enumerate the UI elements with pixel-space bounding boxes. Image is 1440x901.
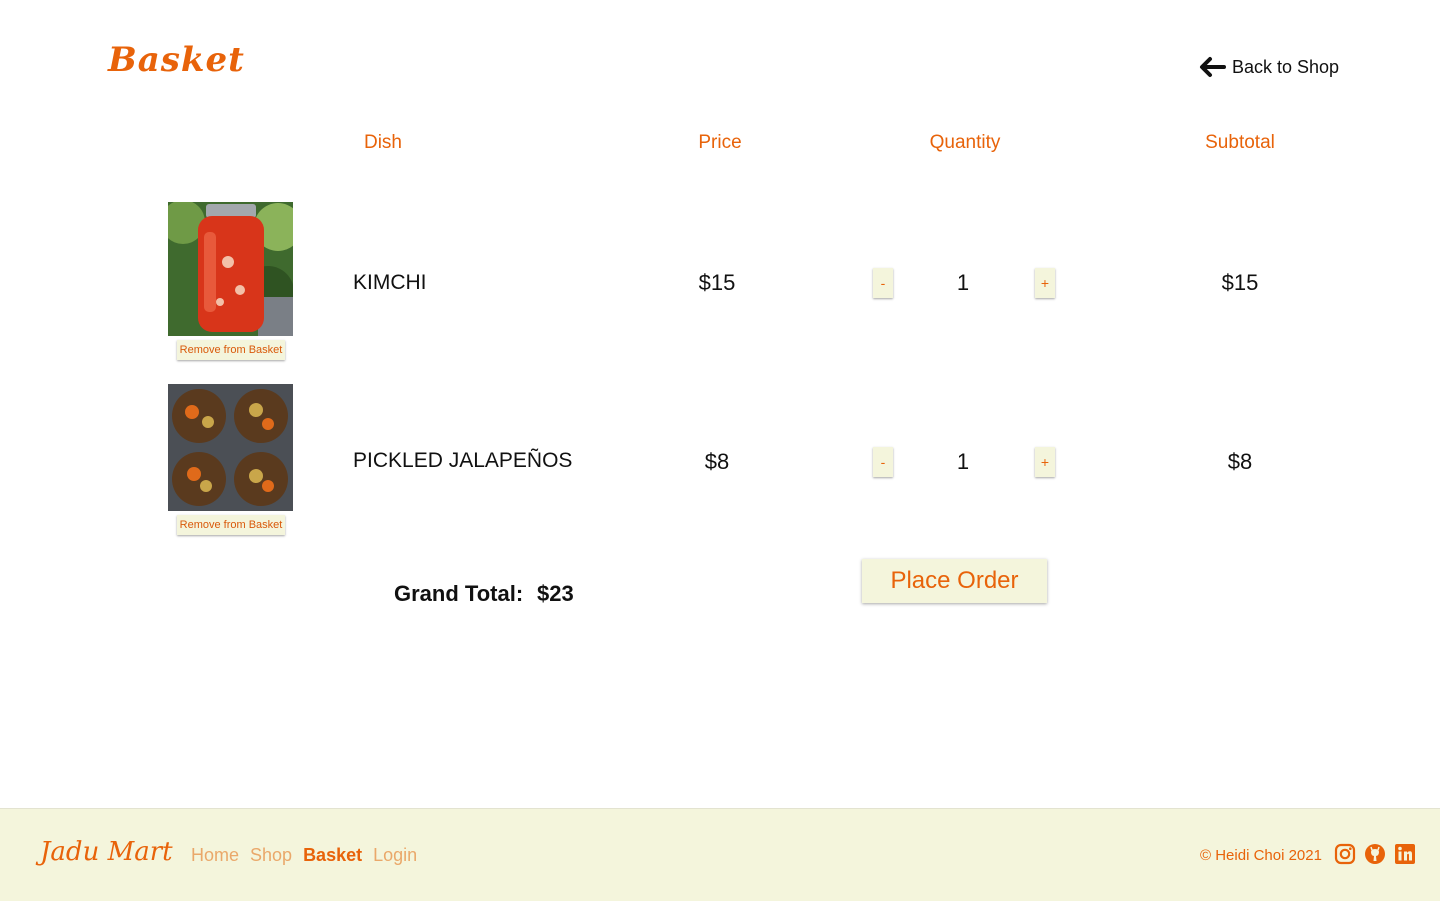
- place-order-button[interactable]: Place Order: [862, 559, 1047, 603]
- column-header-quantity: Quantity: [929, 132, 1001, 153]
- remove-from-basket-button[interactable]: Remove from Basket: [177, 340, 285, 360]
- dish-name: KIMCHI: [353, 271, 427, 294]
- footer: Jadu Mart Home Shop Basket Login © Heidi…: [0, 808, 1440, 901]
- copyright: © Heidi Choi 2021: [1200, 847, 1322, 864]
- column-header-dish: Dish: [363, 132, 403, 153]
- basket-row: Remove from Basket KIMCHI $15 - 1 + $15: [0, 202, 1440, 362]
- back-to-shop-label: Back to Shop: [1232, 56, 1340, 77]
- grand-total-value: $23: [537, 581, 574, 606]
- footer-nav: Home Shop Basket Login: [191, 845, 417, 866]
- linkedin-icon[interactable]: [1394, 843, 1416, 865]
- column-header-price: Price: [698, 132, 742, 153]
- instagram-icon[interactable]: [1334, 843, 1356, 865]
- nav-basket[interactable]: Basket: [303, 845, 362, 866]
- price: $15: [698, 270, 736, 295]
- decrement-button[interactable]: -: [873, 268, 893, 298]
- remove-from-basket-button[interactable]: Remove from Basket: [177, 515, 285, 535]
- pickled-jalapenos-image: [168, 384, 293, 511]
- decrement-button[interactable]: -: [873, 447, 893, 477]
- page-title: Basket: [108, 40, 245, 80]
- price: $8: [704, 449, 730, 474]
- quantity-value: 1: [956, 449, 970, 474]
- github-icon[interactable]: [1364, 843, 1386, 865]
- arrow-left-icon: [1200, 57, 1226, 77]
- basket-row: Remove from Basket PICKLED JALAPEÑOS $8 …: [0, 384, 1440, 544]
- nav-shop[interactable]: Shop: [250, 845, 292, 866]
- subtotal: $8: [1227, 449, 1253, 474]
- kimchi-image: [168, 202, 293, 336]
- nav-home[interactable]: Home: [191, 845, 239, 866]
- back-to-shop-link[interactable]: Back to Shop: [1198, 56, 1339, 78]
- increment-button[interactable]: +: [1035, 268, 1055, 298]
- quantity-value: 1: [956, 270, 970, 295]
- dish-name: PICKLED JALAPEÑOS: [353, 449, 573, 472]
- nav-login[interactable]: Login: [373, 845, 417, 866]
- increment-button[interactable]: +: [1035, 447, 1055, 477]
- column-header-subtotal: Subtotal: [1205, 132, 1275, 153]
- grand-total-label: Grand Total:: [394, 581, 524, 606]
- footer-logo[interactable]: Jadu Mart: [40, 837, 173, 867]
- subtotal: $15: [1221, 270, 1259, 295]
